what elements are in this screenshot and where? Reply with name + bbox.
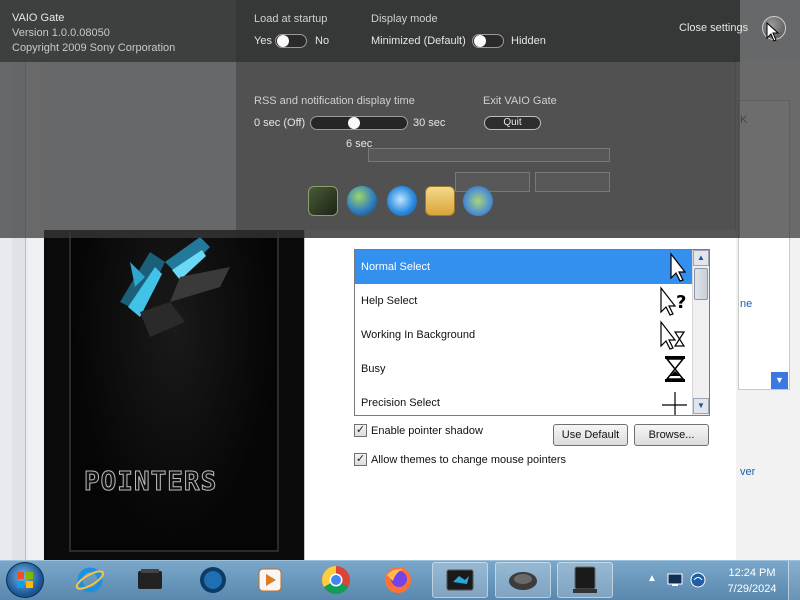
media-player-icon xyxy=(258,568,282,592)
load-at-startup-toggle[interactable] xyxy=(275,34,307,48)
list-scrollbar[interactable]: ▲ ▼ xyxy=(692,250,709,415)
internet-globe-icon[interactable] xyxy=(347,186,377,216)
right-scroll-down-button[interactable]: ▼ xyxy=(771,372,788,389)
list-item[interactable]: Normal Select xyxy=(355,250,709,284)
taskbar-chrome[interactable] xyxy=(308,562,364,598)
theme-emblem-icon xyxy=(120,237,230,337)
vaio-media-icon[interactable] xyxy=(308,186,338,216)
right-side-link-2[interactable]: ver xyxy=(740,466,755,478)
scroll-down-button[interactable]: ▼ xyxy=(693,398,709,414)
ie-icon[interactable] xyxy=(387,186,417,216)
globe-icon xyxy=(200,567,226,593)
rss-max-label: 30 sec xyxy=(413,117,446,129)
tray-network-icon[interactable] xyxy=(690,572,706,588)
list-item-label: Busy xyxy=(361,363,386,375)
taskbar-explorer[interactable] xyxy=(122,562,178,598)
right-side-link[interactable]: ne xyxy=(740,298,752,310)
exit-label: Exit VAIO Gate xyxy=(483,95,557,107)
clock-date: 7/29/2024 xyxy=(727,583,777,595)
ie-icon xyxy=(75,567,105,593)
enable-shadow-option[interactable]: ✓ Enable pointer shadow xyxy=(354,424,483,437)
enable-shadow-checkbox[interactable]: ✓ xyxy=(354,424,367,437)
load-at-startup-yes[interactable]: Yes xyxy=(254,35,272,47)
rss-time-label: RSS and notification display time xyxy=(254,95,415,107)
show-desktop-button[interactable] xyxy=(788,561,800,600)
scroll-thumb[interactable] xyxy=(694,268,708,300)
hourglass-cursor-icon xyxy=(665,356,685,382)
tray-screen-icon[interactable] xyxy=(667,573,683,587)
explorer-icon xyxy=(138,569,162,589)
list-item[interactable]: Working In Background xyxy=(355,318,709,352)
enable-shadow-label: Enable pointer shadow xyxy=(371,424,483,437)
toggle-knob[interactable] xyxy=(474,35,486,47)
taskbar-vaio-window[interactable] xyxy=(432,562,488,598)
rss-time-slider[interactable] xyxy=(310,116,408,130)
allow-themes-label: Allow themes to change mouse pointers xyxy=(371,453,567,466)
mail-icon[interactable] xyxy=(425,186,455,216)
allow-themes-checkbox[interactable]: ✓ xyxy=(354,453,367,466)
working-cursor-icon xyxy=(660,320,686,350)
preview-title: POINTERS xyxy=(83,467,218,498)
clock-time: 12:24 PM xyxy=(728,567,776,579)
taskbar-ie[interactable] xyxy=(62,562,118,598)
ghost-button xyxy=(455,172,530,192)
close-settings-label[interactable]: Close settings xyxy=(679,22,748,34)
rss-min-label: 0 sec (Off) xyxy=(254,117,306,129)
app-name: VAIO Gate xyxy=(12,12,65,24)
slider-knob[interactable] xyxy=(348,117,360,129)
list-item[interactable]: Precision Select xyxy=(355,386,709,415)
display-mode-toggle[interactable] xyxy=(472,34,504,48)
scroll-up-button[interactable]: ▲ xyxy=(693,250,709,266)
chrome-icon xyxy=(322,566,350,594)
network-icon[interactable] xyxy=(463,186,493,216)
tray-expand-icon[interactable]: ▲ xyxy=(647,573,657,584)
arrow-cursor-icon xyxy=(670,252,687,282)
cursor-list[interactable]: Normal Select Help Select ? Working In B… xyxy=(354,249,710,416)
list-item[interactable]: Busy xyxy=(355,352,709,386)
load-at-startup-no[interactable]: No xyxy=(315,35,329,47)
taskbar-media-player[interactable] xyxy=(242,562,298,598)
rss-current-value: 6 sec xyxy=(346,138,373,150)
help-cursor-icon: ? xyxy=(660,286,686,316)
display-mode-minimized[interactable]: Minimized (Default) xyxy=(371,35,466,47)
list-item-label: Precision Select xyxy=(361,397,440,409)
toggle-knob[interactable] xyxy=(277,35,289,47)
mouse-settings-icon xyxy=(509,572,537,590)
app-copyright: Copyright 2009 Sony Corporation xyxy=(12,42,176,54)
load-at-startup-label: Load at startup xyxy=(254,13,328,25)
display-mode-hidden[interactable]: Hidden xyxy=(511,35,546,47)
taskbar-laptop[interactable] xyxy=(557,562,613,598)
taskbar-clock[interactable]: 12:24 PM 7/29/2024 xyxy=(722,565,782,597)
crosshair-cursor-icon xyxy=(662,392,687,415)
taskbar-mouse-settings[interactable] xyxy=(495,562,551,598)
use-default-button[interactable]: Use Default xyxy=(553,424,628,446)
app-version: Version 1.0.0.08050 xyxy=(12,27,110,39)
vaio-window-icon xyxy=(446,569,474,591)
browse-button[interactable]: Browse... xyxy=(634,424,709,446)
list-item-label: Normal Select xyxy=(361,261,431,273)
list-item-label: Working In Background xyxy=(361,329,476,341)
ghost-button-2 xyxy=(535,172,610,192)
list-item[interactable]: Help Select ? xyxy=(355,284,709,318)
start-button[interactable] xyxy=(6,562,44,598)
firefox-icon xyxy=(385,567,411,593)
taskbar-globe[interactable] xyxy=(185,562,241,598)
ghost-field xyxy=(368,148,610,162)
taskbar-firefox[interactable] xyxy=(370,562,426,598)
windows-logo-icon xyxy=(17,572,33,588)
laptop-icon xyxy=(573,566,597,593)
list-item-label: Help Select xyxy=(361,295,418,307)
mouse-cursor-icon xyxy=(766,22,780,42)
quit-button[interactable]: Quit xyxy=(484,116,541,130)
svg-text:?: ? xyxy=(676,292,686,313)
display-mode-label: Display mode xyxy=(371,13,438,25)
allow-themes-option[interactable]: ✓ Allow themes to change mouse pointers xyxy=(354,453,566,466)
